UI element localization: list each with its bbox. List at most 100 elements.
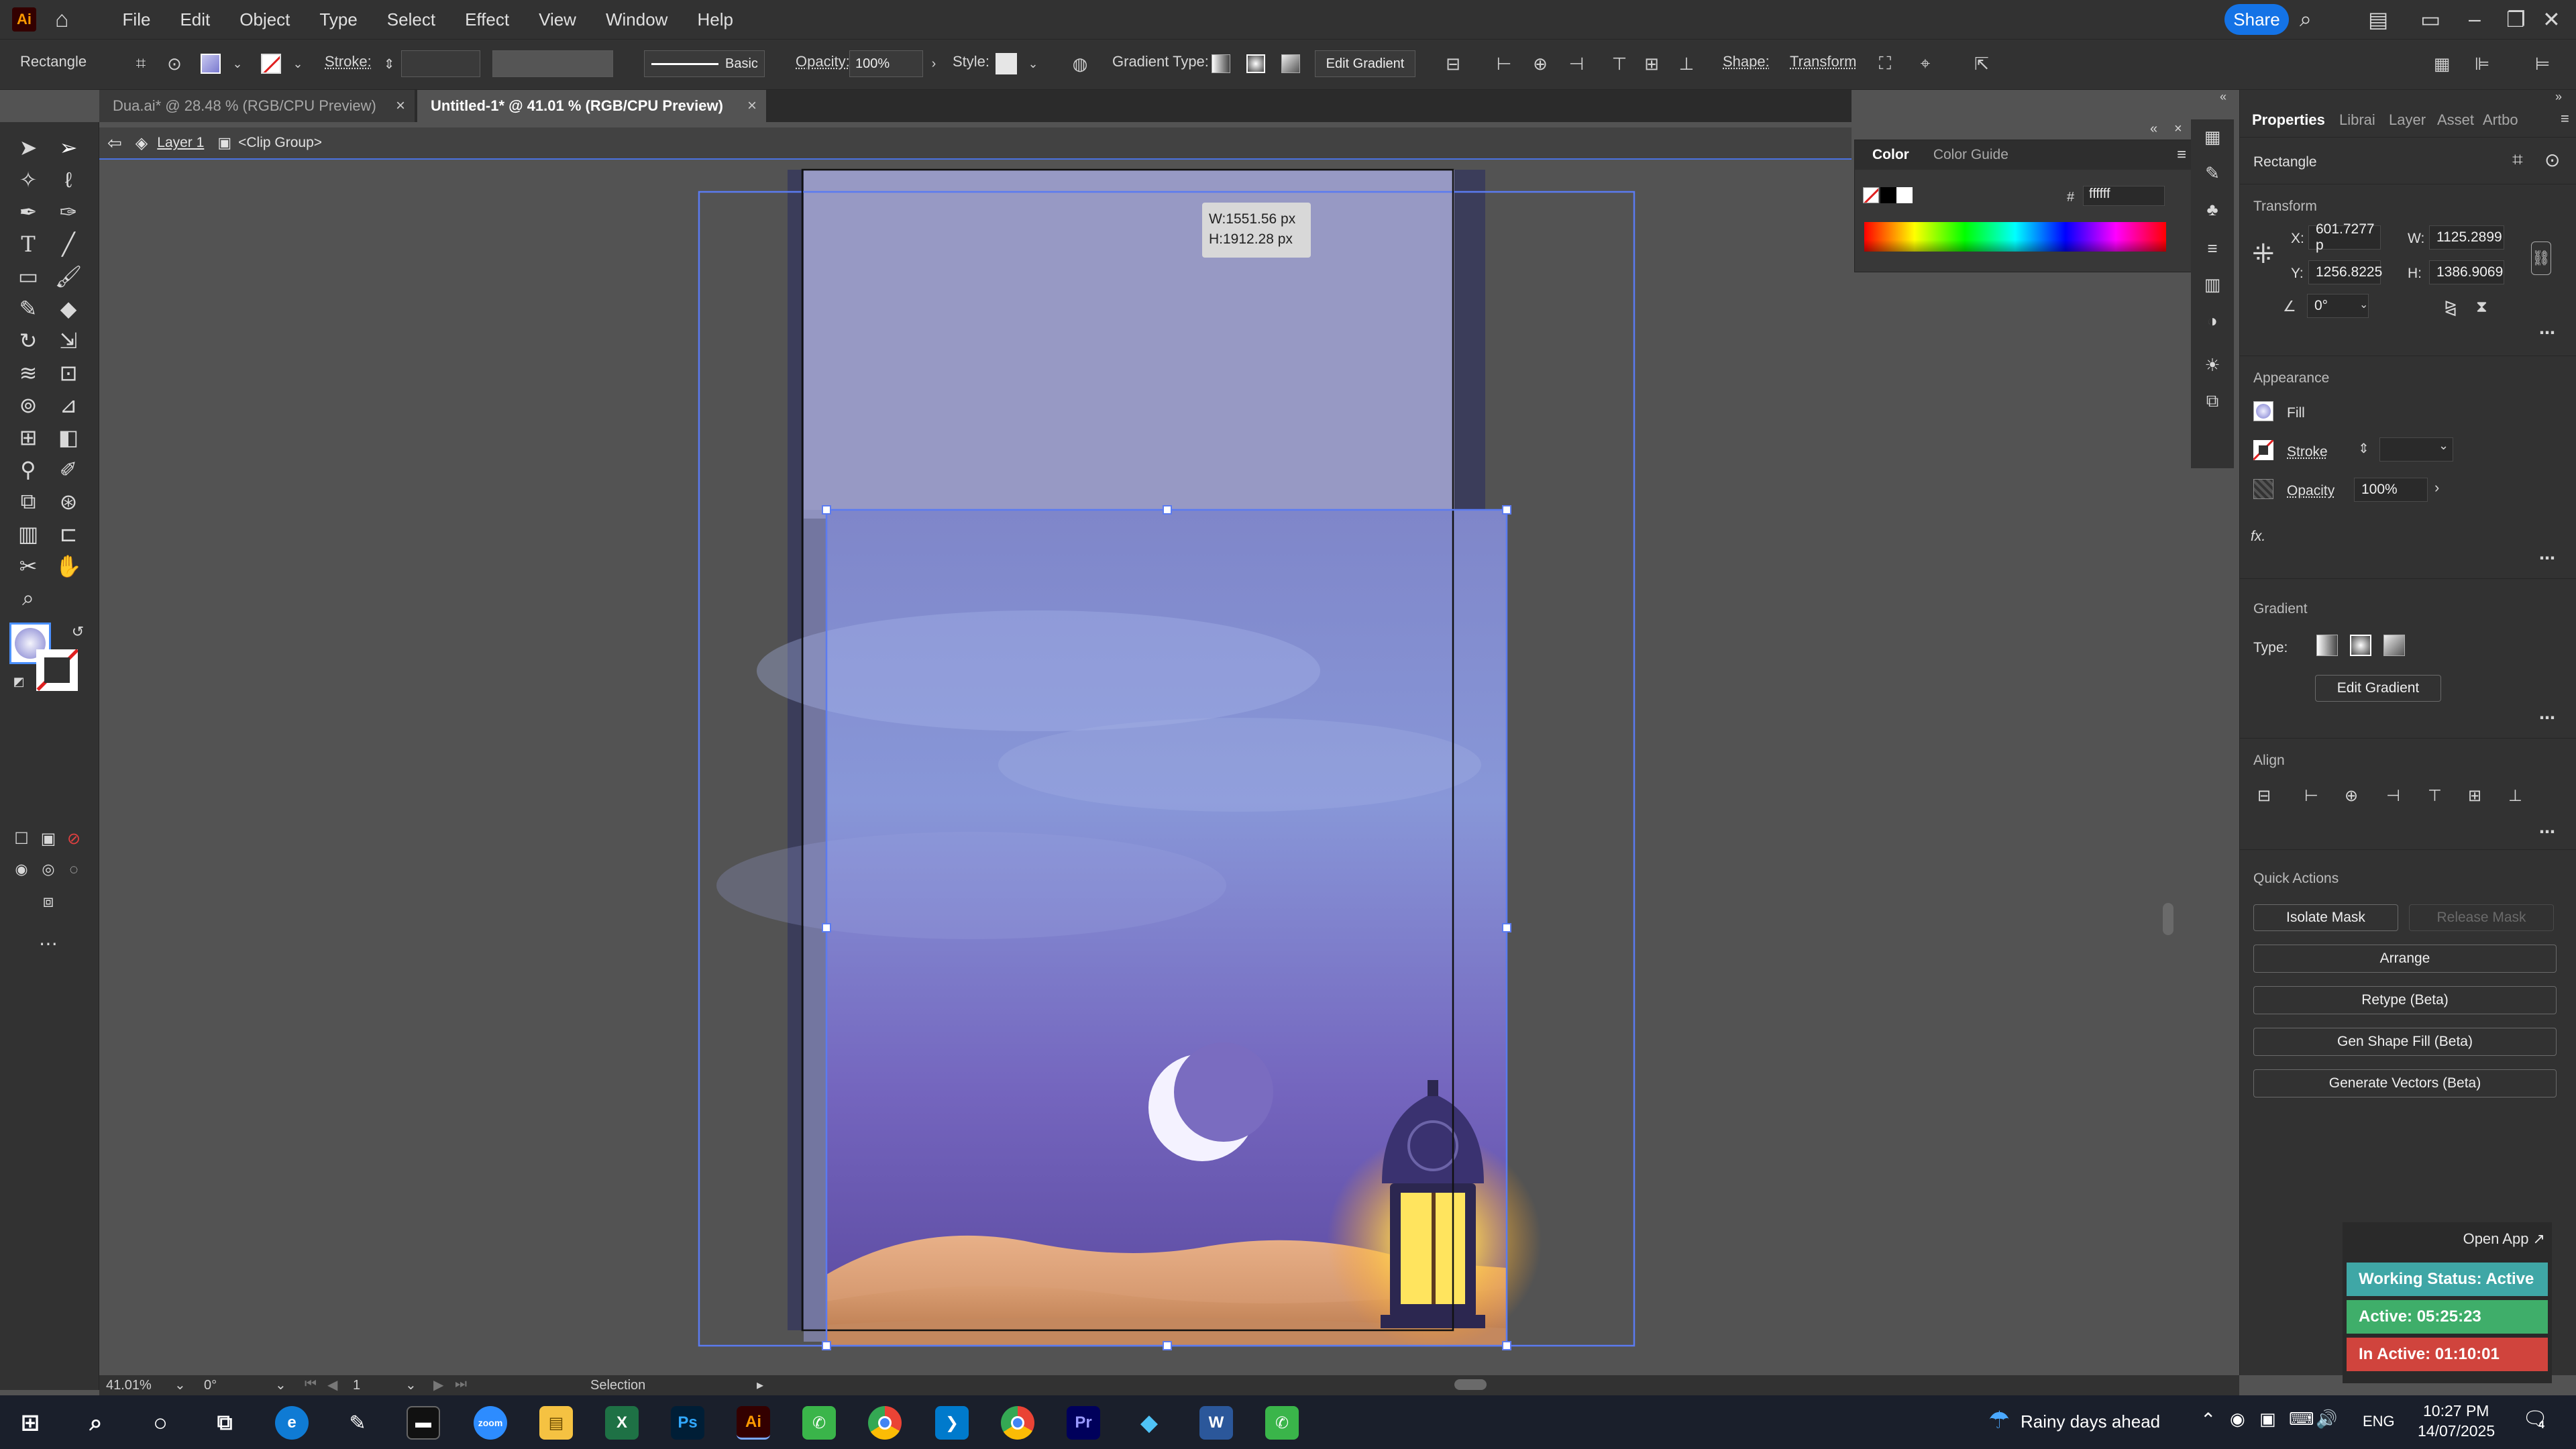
stroke-label[interactable]: Stroke: [2287, 444, 2328, 460]
shape-label[interactable]: Shape:: [1723, 53, 1770, 70]
menu-view[interactable]: View: [539, 9, 576, 30]
linear-gradient-icon[interactable]: [2316, 635, 2338, 656]
fill-dropdown-icon[interactable]: ⌄: [224, 50, 251, 77]
tab-asset-export[interactable]: Asset: [2437, 111, 2474, 129]
pen-app-icon[interactable]: ✎: [341, 1406, 374, 1440]
tab-dua[interactable]: Dua.ai* @ 28.48 % (RGB/CPU Preview) ×: [99, 90, 415, 122]
transparency-panel-icon[interactable]: ◑: [2196, 305, 2229, 337]
edit-toolbar-icon[interactable]: ⋯: [32, 927, 64, 959]
clock-date[interactable]: 14/07/2025: [2418, 1422, 2495, 1440]
paintbrush-tool-icon[interactable]: 🖌: [52, 260, 85, 292]
premiere-icon[interactable]: Pr: [1067, 1406, 1100, 1440]
menu-edit[interactable]: Edit: [180, 9, 210, 30]
shaper-tool-icon[interactable]: ✎: [12, 292, 44, 325]
perspective-grid-tool-icon[interactable]: ⊿: [52, 389, 85, 421]
stroke-weight-dropdown-icon[interactable]: ⌄: [2438, 439, 2449, 453]
gen-shape-fill-button[interactable]: Gen Shape Fill (Beta): [2253, 1028, 2557, 1056]
opacity-label[interactable]: Opacity: [2287, 483, 2334, 499]
illustrator-taskbar-icon[interactable]: Ai: [737, 1406, 770, 1440]
close-window-icon[interactable]: ✕: [2542, 7, 2561, 32]
chevron-up-icon[interactable]: ⌃: [2200, 1409, 2216, 1431]
scroll-thumb[interactable]: [1454, 1379, 1487, 1390]
arrange-button[interactable]: Arrange: [2253, 945, 2557, 973]
display-icon[interactable]: ▣: [2259, 1409, 2276, 1430]
menu-window[interactable]: Window: [606, 9, 667, 30]
gradient-panel-icon[interactable]: ▥: [2196, 268, 2229, 301]
x-input[interactable]: 601.7277 p: [2308, 221, 2381, 253]
zoom-level[interactable]: 41.01%: [106, 1378, 152, 1393]
screen-mode-icon[interactable]: ⧈: [32, 885, 64, 918]
chrome-profile-icon[interactable]: [1001, 1406, 1034, 1440]
tab-libraries[interactable]: Librai: [2339, 111, 2375, 129]
align-right-icon[interactable]: ⊣: [1563, 50, 1590, 77]
collapse-panel-icon[interactable]: «: [2150, 121, 2157, 137]
artboard-tool-icon[interactable]: ⊏: [52, 518, 85, 550]
close-tab-icon[interactable]: ×: [396, 97, 405, 115]
brush-definition-dropdown[interactable]: Basic: [644, 50, 765, 77]
variable-width-profile[interactable]: [492, 50, 613, 77]
first-artboard-icon[interactable]: ⏮: [305, 1377, 317, 1392]
menu-type[interactable]: Type: [319, 9, 357, 30]
prev-artboard-icon[interactable]: ◀: [327, 1377, 337, 1393]
opacity-input[interactable]: 100%: [849, 50, 923, 77]
zoom-tool-icon[interactable]: ⌕: [12, 582, 44, 614]
arrange-documents-icon[interactable]: ▭: [2420, 7, 2440, 32]
reference-point-icon[interactable]: ⁜: [2252, 239, 2275, 270]
chevron-right-icon[interactable]: ›: [2434, 479, 2439, 496]
language-indicator[interactable]: ENG: [2363, 1413, 2395, 1430]
color-spectrum[interactable]: [1864, 222, 2166, 252]
transform-link[interactable]: Transform: [1790, 53, 1856, 70]
edit-gradient-button[interactable]: Edit Gradient: [1315, 50, 1415, 77]
symbols-panel-icon[interactable]: ♣: [2196, 193, 2229, 225]
hand-tool-icon[interactable]: ✋: [52, 550, 85, 582]
align-top-icon[interactable]: ⊤: [2428, 786, 2442, 806]
measure-tool-icon[interactable]: ✐: [52, 453, 85, 486]
menu-help[interactable]: Help: [697, 9, 733, 30]
breadcrumb-layer[interactable]: Layer 1: [157, 135, 204, 151]
rectangle-tool-icon[interactable]: ▭: [12, 260, 44, 292]
back-arrow-icon[interactable]: ⇦: [107, 133, 122, 154]
width-input[interactable]: 1125.2899: [2429, 225, 2504, 250]
align-bottom-icon[interactable]: ⊥: [2508, 786, 2522, 806]
clock-time[interactable]: 10:27 PM: [2423, 1402, 2489, 1420]
swap-fill-stroke-icon[interactable]: ↺: [62, 616, 94, 648]
cortana-icon[interactable]: ○: [144, 1406, 177, 1440]
asset-export-panel-icon[interactable]: ⧉: [2196, 385, 2229, 417]
collapse-panel-icon[interactable]: »: [2555, 90, 2562, 104]
align-to-icon[interactable]: ⊟: [2257, 786, 2271, 806]
recolor-icon[interactable]: ⊙: [161, 50, 188, 77]
y-input[interactable]: 1256.8225: [2308, 260, 2382, 284]
constrain-proportions-icon[interactable]: ⛓: [2531, 241, 2551, 275]
shape-mode-icon[interactable]: ⌗: [127, 50, 154, 77]
panel-menu-icon[interactable]: ≡: [2561, 110, 2569, 127]
status-menu-icon[interactable]: ▸: [757, 1377, 763, 1393]
curvature-tool-icon[interactable]: ✑: [52, 196, 85, 228]
none-swatch-icon[interactable]: [1863, 187, 1879, 203]
chrome-icon[interactable]: [868, 1406, 902, 1440]
default-fill-stroke-icon[interactable]: ◩: [3, 665, 35, 698]
style-dropdown-icon[interactable]: ⌄: [1020, 50, 1046, 77]
collapse-dock-icon[interactable]: «: [2220, 90, 2226, 104]
scale-tool-icon[interactable]: ⇲: [52, 325, 85, 357]
menu-select[interactable]: Select: [387, 9, 435, 30]
radial-gradient-icon[interactable]: [1242, 50, 1269, 77]
horizontal-scrollbar[interactable]: [784, 1377, 2139, 1393]
home-icon[interactable]: ⌂: [55, 7, 69, 33]
height-input[interactable]: 1386.9069: [2429, 260, 2504, 284]
align-to-dropdown-icon[interactable]: ⊟: [1440, 50, 1466, 77]
chevron-right-icon[interactable]: ›: [920, 50, 947, 77]
volume-icon[interactable]: 🔊: [2316, 1409, 2337, 1430]
tab-layers[interactable]: Layer: [2389, 111, 2426, 129]
opacity-input[interactable]: 100%: [2354, 478, 2428, 502]
freeform-gradient-icon[interactable]: [2383, 635, 2405, 656]
appearance-panel-icon[interactable]: ☀: [2196, 349, 2229, 381]
next-artboard-icon[interactable]: ▶: [433, 1377, 443, 1393]
direct-selection-tool-icon[interactable]: ➢: [52, 131, 85, 164]
open-app-link[interactable]: Open App ↗: [2463, 1230, 2545, 1248]
draw-inside-icon[interactable]: ◌: [58, 853, 90, 885]
stroke-swatch[interactable]: [258, 50, 284, 77]
share-button[interactable]: Share: [2224, 4, 2289, 35]
align-left-icon[interactable]: ⊢: [1491, 50, 1517, 77]
task-view-icon[interactable]: ⧉: [208, 1406, 241, 1440]
rotate-tool-icon[interactable]: ↻: [12, 325, 44, 357]
